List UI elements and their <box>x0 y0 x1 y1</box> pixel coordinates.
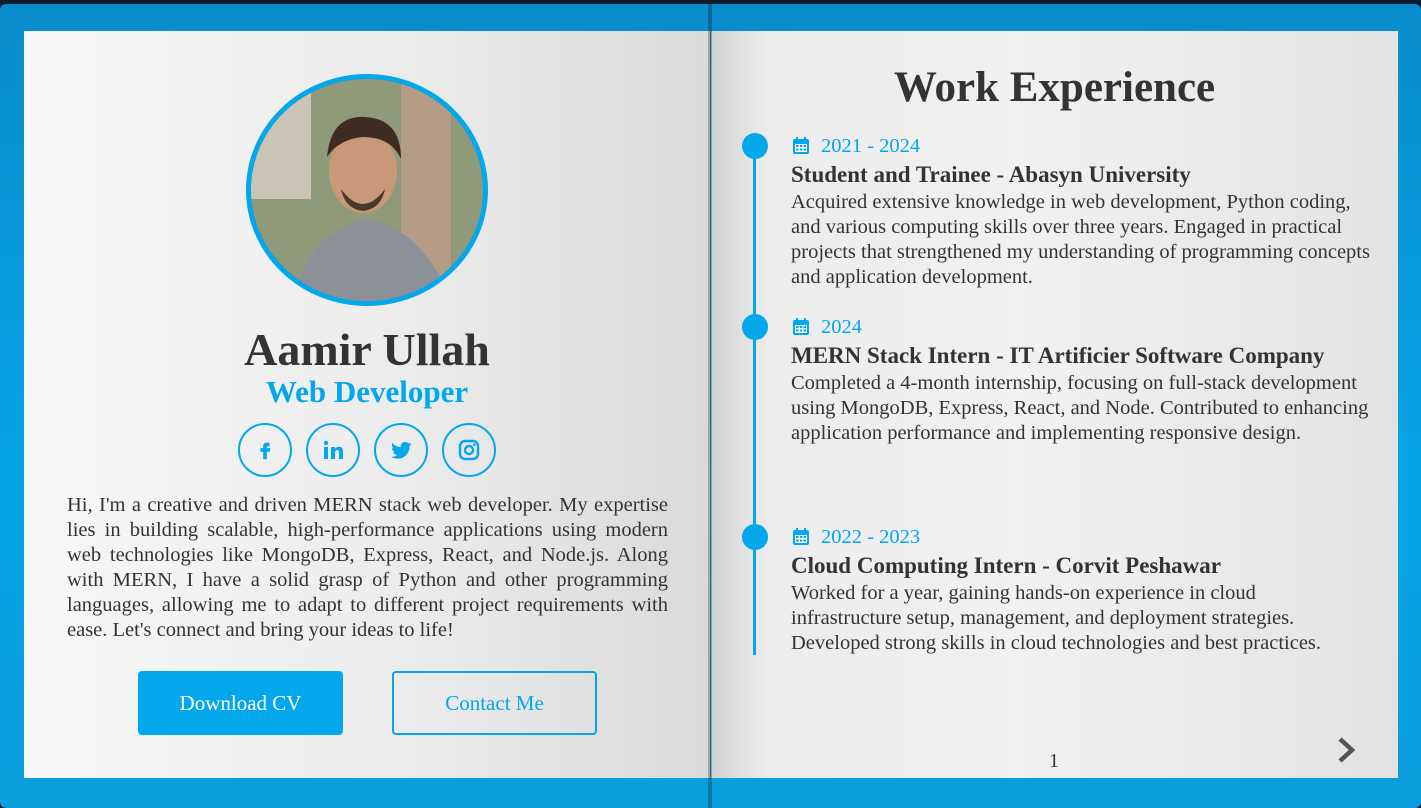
entry-title: MERN Stack Intern - IT Artificier Softwa… <box>791 343 1325 368</box>
chevron-right-icon[interactable] <box>1331 735 1361 765</box>
contact-me-button[interactable]: Contact Me <box>392 671 597 735</box>
calendar-icon <box>793 137 809 154</box>
profile-bio: Hi, I'm a creative and driven MERN stack… <box>67 494 668 641</box>
instagram-icon[interactable] <box>442 423 496 477</box>
timeline-dot <box>742 314 768 340</box>
entry-description: Completed a 4-month internship, focusing… <box>791 372 1369 444</box>
calendar-icon <box>793 318 809 335</box>
profile-role: Web Developer <box>265 374 469 409</box>
entry-date: 2022 - 2023 <box>821 525 921 548</box>
entry-date-row: 2021 - 2024 <box>791 132 1371 160</box>
entry-description: Acquired extensive knowledge in web deve… <box>791 191 1370 288</box>
timeline-line <box>753 146 756 655</box>
experience-entry: 2022 - 2023 Cloud Computing Intern - Cor… <box>791 523 1371 656</box>
facebook-icon[interactable] <box>238 423 292 477</box>
profile-name: Aamir Ullah <box>244 324 490 375</box>
entry-title: Cloud Computing Intern - Corvit Peshawar <box>791 553 1221 578</box>
experience-entry: 2024 MERN Stack Intern - IT Artificier S… <box>791 313 1371 446</box>
twitter-icon[interactable] <box>374 423 428 477</box>
entry-date-row: 2022 - 2023 <box>791 523 1371 551</box>
avatar <box>246 74 488 306</box>
timeline-dot <box>742 133 768 159</box>
experience-entry: 2021 - 2024 Student and Trainee - Abasyn… <box>791 132 1371 290</box>
timeline-dot <box>742 524 768 550</box>
work-experience-page: Work Experience 2021 - 2024 Student and … <box>711 31 1398 778</box>
book-spine <box>708 4 712 808</box>
entry-date-row: 2024 <box>791 313 1371 341</box>
page-number: 1 <box>1049 750 1059 772</box>
entry-description: Worked for a year, gaining hands-on expe… <box>791 582 1322 654</box>
entry-date: 2024 <box>821 315 862 338</box>
profile-page: Aamir Ullah Web Developer Hi, I'm a crea… <box>24 31 710 778</box>
page-title: Work Experience <box>893 64 1216 111</box>
social-links <box>238 423 496 477</box>
calendar-icon <box>793 528 809 545</box>
entry-title: Student and Trainee - Abasyn University <box>791 162 1191 187</box>
download-cv-button[interactable]: Download CV <box>138 671 343 735</box>
entry-date: 2021 - 2024 <box>821 134 921 157</box>
linkedin-icon[interactable] <box>306 423 360 477</box>
